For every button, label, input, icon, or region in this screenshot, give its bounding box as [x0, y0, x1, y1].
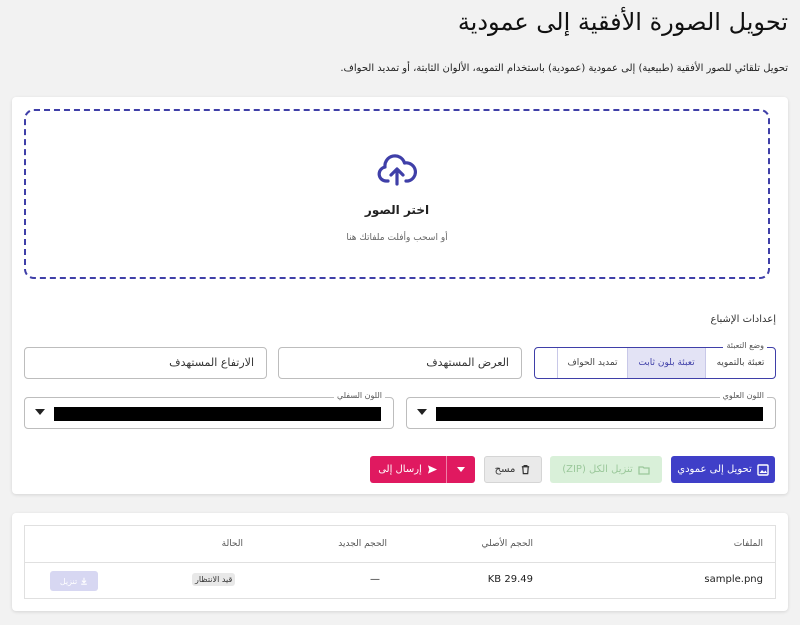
download-zip-label: تنزيل الكل (ZIP)	[562, 464, 633, 475]
status-badge: قيد الانتظار	[192, 573, 236, 586]
fill-mode-legend: وضع التعبئة	[723, 341, 767, 350]
mode-extra-button[interactable]	[535, 348, 557, 378]
file-download-label: تنزيل	[59, 576, 78, 586]
file-name: sample.png	[704, 574, 763, 585]
mode-blur-button[interactable]: تعبئة بالتمويه	[705, 348, 775, 378]
chevron-down-icon	[417, 409, 427, 415]
image-icon	[757, 463, 769, 476]
target-height-input[interactable]: الارتفاع المستهدف	[24, 347, 267, 379]
fill-mode-group: وضع التعبئة تعبئة بالتمويه تعبئة بلون ثا…	[534, 341, 776, 379]
send-to-dropdown-toggle[interactable]	[446, 456, 475, 483]
chevron-down-icon	[457, 467, 465, 472]
convert-button[interactable]: تحويل إلى عمودي	[671, 456, 775, 483]
page-title: تحويل الصورة الأفقية إلى عمودية	[457, 8, 788, 36]
dropzone-hint: أو اسحب وأفلت ملفاتك هنا	[346, 233, 448, 243]
trash-icon	[520, 464, 531, 475]
mode-stretch-edges-button[interactable]: تمديد الحواف	[557, 348, 627, 378]
column-header-status: الحالة	[221, 539, 243, 549]
dropzone-title: اختر الصور	[364, 203, 430, 217]
folder-icon	[638, 464, 650, 476]
target-height-placeholder: الارتفاع المستهدف	[169, 356, 254, 369]
settings-card: اختر الصور أو اسحب وأفلت ملفاتك هنا إعدا…	[12, 97, 788, 494]
chevron-down-icon	[35, 409, 45, 415]
file-new-size: —	[370, 574, 380, 585]
send-to-split-button: إرسال إلى	[370, 456, 475, 483]
files-card: الملفات الحجم الأصلي الحجم الجديد الحالة…	[12, 513, 788, 611]
column-header-original-size: الحجم الأصلي	[481, 539, 533, 549]
top-color-swatch	[436, 407, 763, 421]
target-width-placeholder: العرض المستهدف	[426, 356, 509, 369]
file-download-button[interactable]: تنزيل	[50, 571, 98, 591]
send-to-button[interactable]: إرسال إلى	[370, 464, 446, 475]
clear-button[interactable]: مسح	[484, 456, 542, 483]
mode-solid-color-button[interactable]: تعبئة بلون ثابت	[627, 348, 705, 378]
table-divider	[25, 562, 775, 563]
send-to-label: إرسال إلى	[378, 464, 422, 475]
target-width-input[interactable]: العرض المستهدف	[278, 347, 522, 379]
top-color-label: اللون العلوي	[719, 391, 767, 400]
column-header-new-size: الحجم الجديد	[338, 539, 387, 549]
column-header-files: الملفات	[733, 539, 763, 549]
download-icon	[80, 577, 88, 585]
bottom-color-swatch	[54, 407, 381, 421]
clear-label: مسح	[494, 464, 516, 475]
settings-label: إعدادات الإشباع	[710, 314, 777, 325]
file-dropzone[interactable]: اختر الصور أو اسحب وأفلت ملفاتك هنا	[24, 109, 770, 279]
top-color-select[interactable]: اللون العلوي	[406, 391, 776, 429]
cloud-upload-icon	[377, 151, 417, 191]
bottom-color-label: اللون السفلي	[333, 391, 385, 400]
download-zip-button[interactable]: تنزيل الكل (ZIP)	[550, 456, 662, 483]
file-original-size: 29.49 KB	[487, 574, 533, 585]
send-icon	[427, 464, 438, 475]
page-subtitle: تحويل تلقائي للصور الأفقية (طبيعية) إلى …	[340, 63, 788, 74]
bottom-color-select[interactable]: اللون السفلي	[24, 391, 394, 429]
convert-label: تحويل إلى عمودي	[677, 464, 752, 475]
files-table: الملفات الحجم الأصلي الحجم الجديد الحالة…	[24, 525, 776, 599]
